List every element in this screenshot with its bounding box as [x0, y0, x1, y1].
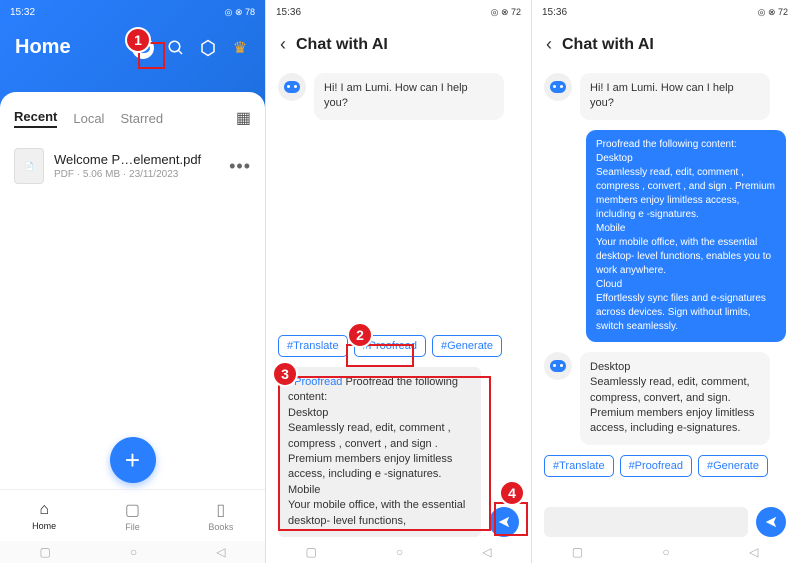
tab-local[interactable]: Local	[73, 111, 104, 126]
screen-home: 15:32 ◎ ⊗ 78 Home ♛ Recent Local Starred…	[0, 0, 266, 563]
suggestion-generate[interactable]: #Generate	[432, 335, 502, 357]
ai-reply-message: Desktop Seamlessly read, edit, comment, …	[544, 352, 786, 445]
ai-message: Hi! I am Lumi. How can I help you?	[544, 73, 786, 120]
tab-recent[interactable]: Recent	[14, 109, 57, 128]
file-more-icon[interactable]: •••	[229, 156, 251, 177]
chat-header: ‹ Chat with AI	[532, 24, 798, 65]
status-time: 15:32	[10, 7, 35, 18]
system-nav: ▢ ○ ◁	[532, 541, 798, 563]
suggestion-row: #Translate #Proofread #Generate	[544, 455, 786, 477]
sys-back-icon[interactable]: ◁	[749, 545, 758, 559]
chat-title: Chat with AI	[562, 36, 654, 54]
callout-marker-3: 3	[272, 361, 298, 387]
status-indicators: ◎ ⊗ 72	[491, 7, 521, 18]
sys-recent-icon[interactable]: ▢	[572, 545, 583, 559]
premium-crown-icon[interactable]: ♛	[230, 38, 250, 58]
chat-title: Chat with AI	[296, 36, 388, 54]
user-message: Proofread the following content: Desktop…	[586, 130, 786, 342]
sys-home-icon[interactable]: ○	[396, 545, 403, 559]
settings-icon[interactable]	[198, 38, 218, 58]
back-icon[interactable]: ‹	[280, 34, 286, 55]
file-list-item[interactable]: 📄 Welcome P…element.pdf PDF · 5.06 MB · …	[14, 142, 251, 190]
pdf-thumb-icon: 📄	[14, 148, 44, 184]
ai-avatar-icon	[544, 352, 572, 380]
ai-avatar-icon	[544, 73, 572, 101]
status-bar: 15:36 ◎ ⊗ 72	[532, 0, 798, 24]
chat-body: Hi! I am Lumi. How can I help you?	[266, 65, 531, 331]
fab-add-button[interactable]: +	[110, 437, 156, 483]
chat-input-area: #Proofread Proofread the following conte…	[266, 361, 531, 563]
suggestion-generate[interactable]: #Generate	[698, 455, 768, 477]
suggestion-translate[interactable]: #Translate	[544, 455, 614, 477]
status-indicators: ◎ ⊗ 72	[758, 7, 788, 18]
bottom-nav: ⌂Home ▢File ▯Books	[0, 489, 265, 541]
status-time: 15:36	[542, 7, 567, 18]
nav-file[interactable]: ▢File	[88, 490, 176, 541]
suggestion-proofread[interactable]: #Proofread	[620, 455, 692, 477]
file-meta: PDF · 5.06 MB · 23/11/2023	[54, 169, 219, 180]
chat-input[interactable]: #Proofread Proofread the following conte…	[278, 367, 481, 537]
chat-input[interactable]	[544, 507, 748, 537]
sys-home-icon[interactable]: ○	[130, 545, 137, 559]
screen-chat-reply: 15:36 ◎ ⊗ 72 ‹ Chat with AI Hi! I am Lum…	[532, 0, 798, 563]
sys-home-icon[interactable]: ○	[662, 545, 669, 559]
search-icon[interactable]	[166, 38, 186, 58]
suggestion-translate[interactable]: #Translate	[278, 335, 348, 357]
ai-greeting: Hi! I am Lumi. How can I help you?	[580, 73, 770, 120]
status-bar: 15:32 ◎ ⊗ 78	[0, 0, 265, 24]
status-bar: 15:36 ◎ ⊗ 72	[266, 0, 531, 24]
page-title: Home	[15, 36, 71, 59]
status-time: 15:36	[276, 7, 301, 18]
ai-greeting: Hi! I am Lumi. How can I help you?	[314, 73, 504, 120]
grid-view-icon[interactable]: ▦	[236, 108, 251, 128]
system-nav: ▢ ○ ◁	[266, 541, 531, 563]
send-button[interactable]	[489, 507, 519, 537]
ai-reply: Desktop Seamlessly read, edit, comment, …	[580, 352, 770, 445]
suggestion-row: #Translate #Proofread #Generate	[266, 331, 531, 361]
back-icon[interactable]: ‹	[546, 34, 552, 55]
callout-marker-1: 1	[125, 27, 151, 53]
nav-books[interactable]: ▯Books	[177, 490, 265, 541]
chat-body: Hi! I am Lumi. How can I help you? Proof…	[532, 65, 798, 501]
status-indicators: ◎ ⊗ 78	[225, 7, 255, 18]
system-nav: ▢ ○ ◁	[0, 541, 265, 563]
sys-back-icon[interactable]: ◁	[482, 545, 491, 559]
sys-recent-icon[interactable]: ▢	[306, 545, 317, 559]
chat-header: ‹ Chat with AI	[266, 24, 531, 65]
screen-chat-input: 15:36 ◎ ⊗ 72 ‹ Chat with AI Hi! I am Lum…	[266, 0, 532, 563]
file-name: Welcome P…element.pdf	[54, 152, 219, 167]
send-button[interactable]	[756, 507, 786, 537]
sys-recent-icon[interactable]: ▢	[40, 545, 51, 559]
callout-marker-4: 4	[499, 480, 525, 506]
tab-starred[interactable]: Starred	[120, 111, 163, 126]
ai-message: Hi! I am Lumi. How can I help you?	[278, 73, 519, 120]
nav-home[interactable]: ⌂Home	[0, 490, 88, 541]
sys-back-icon[interactable]: ◁	[216, 545, 225, 559]
callout-marker-2: 2	[347, 322, 373, 348]
ai-avatar-icon	[278, 73, 306, 101]
